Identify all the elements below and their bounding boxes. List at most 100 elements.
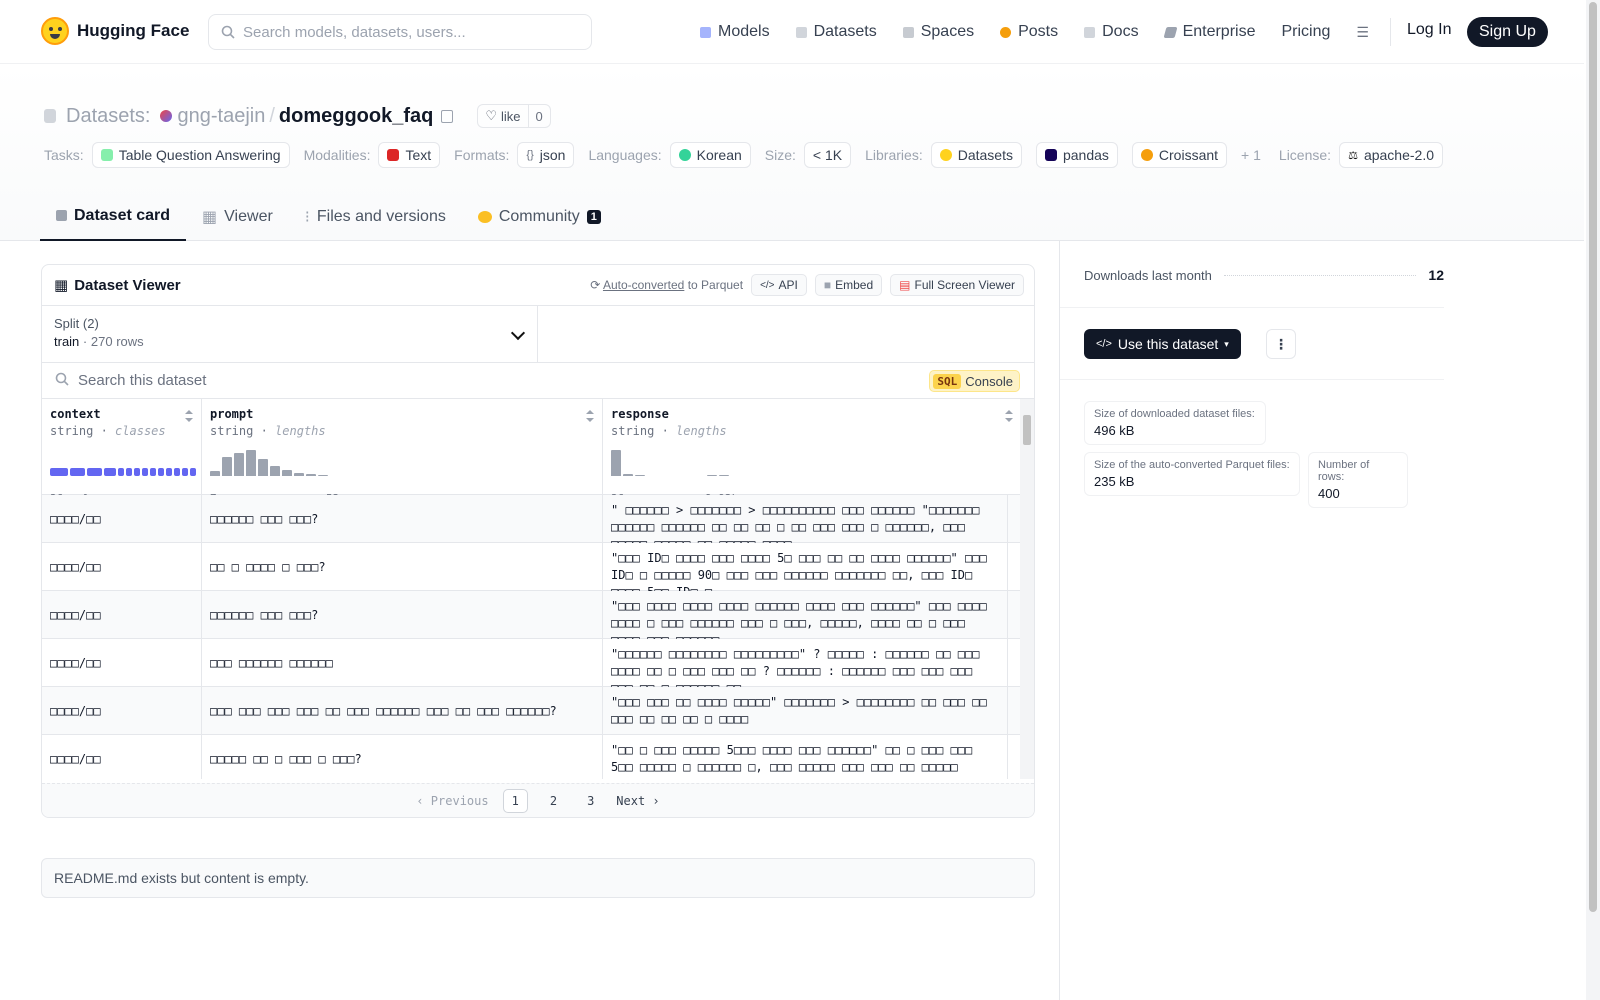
more-options-button[interactable]: ⋮	[1266, 329, 1296, 359]
sort-icon[interactable]	[185, 410, 193, 422]
class-segment[interactable]	[50, 468, 68, 476]
tab-files-and-versions[interactable]: ⁝ Files and versions	[289, 192, 462, 241]
class-segment[interactable]	[104, 468, 116, 476]
histogram-bar[interactable]	[282, 469, 292, 476]
like-button[interactable]: ♡ like 0	[477, 104, 551, 128]
tab-viewer[interactable]: ▦ Viewer	[186, 192, 289, 241]
histogram-bar[interactable]	[719, 475, 729, 476]
histogram-bar[interactable]	[210, 470, 220, 476]
class-segment[interactable]	[87, 468, 102, 476]
tag-task[interactable]: Table Question Answering	[91, 142, 290, 168]
histogram-bar[interactable]	[671, 475, 681, 476]
login-link[interactable]: Log In	[1407, 21, 1451, 39]
histogram-bar[interactable]	[258, 459, 268, 476]
copy-icon[interactable]	[441, 109, 454, 123]
histogram-bar[interactable]	[635, 474, 645, 476]
org-link[interactable]: gng-taejin	[177, 105, 265, 128]
dataset-name[interactable]: domeggook_faq	[279, 105, 433, 128]
tag-format[interactable]: {} json	[517, 142, 575, 168]
class-segment[interactable]	[182, 468, 188, 476]
histogram-bar[interactable]	[659, 475, 669, 476]
histogram-bar[interactable]	[611, 450, 621, 476]
table-row[interactable]: □□□□/□□ □□□ □□□□□□ □□□□□□ "□□□□□□ □□□□□□□□…	[42, 639, 1022, 687]
auto-converted-note[interactable]: ⟳ Auto-converted to Parquet	[590, 278, 743, 292]
class-segment[interactable]	[158, 468, 164, 476]
page-3-button[interactable]: 3	[579, 790, 602, 812]
histogram-bar[interactable]	[647, 475, 657, 476]
page-scrollbar[interactable]	[1586, 0, 1600, 1000]
stat-download-size: Size of downloaded dataset files: 496 kB	[1084, 401, 1266, 445]
nav-datasets[interactable]: Datasets	[795, 23, 877, 41]
brand-logo[interactable]: Hugging Face	[41, 17, 189, 45]
class-segment[interactable]	[118, 468, 124, 476]
table-row[interactable]: □□□□/□□ □□□□□□ □□□ □□□? "□□□ □□□□ □□□□ □□□…	[42, 591, 1022, 639]
dataset-search-input[interactable]: Search this dataset SQL Console	[42, 363, 1034, 399]
histogram-bar[interactable]	[246, 450, 256, 476]
tag-library-more[interactable]: + 1	[1241, 147, 1261, 163]
histogram-bar[interactable]	[294, 472, 304, 476]
nav-more-menu[interactable]: ☰	[1356, 24, 1369, 41]
path-separator: /	[269, 104, 275, 127]
histogram-bar[interactable]	[695, 475, 705, 476]
nav-docs[interactable]: Docs	[1084, 23, 1139, 41]
table-scrollbar[interactable]	[1020, 399, 1034, 779]
tag-library-datasets[interactable]: Datasets	[930, 142, 1022, 168]
sql-console-button[interactable]: SQL Console	[929, 370, 1020, 392]
class-segment[interactable]	[174, 468, 180, 476]
column-header-prompt[interactable]: prompt string · lengths 752	[202, 399, 603, 505]
histogram-bar[interactable]	[234, 452, 244, 476]
table-row[interactable]: □□□□/□□ □□□□□ □□ □ □□□ □ □□□? "□□ □ □□□ □□…	[42, 735, 1022, 779]
section-label: Datasets:	[66, 104, 151, 127]
sort-icon[interactable]	[1005, 410, 1013, 422]
tag-license[interactable]: ⚖ apache-2.0	[1339, 142, 1443, 168]
page-2-button[interactable]: 2	[542, 790, 565, 812]
embed-button[interactable]: ■ Embed	[814, 274, 883, 296]
class-segment[interactable]	[190, 468, 196, 476]
signup-button[interactable]: Sign Up	[1467, 17, 1548, 47]
full-screen-viewer-button[interactable]: ▤ Full Screen Viewer	[890, 274, 1024, 296]
nav-posts[interactable]: Posts	[1000, 23, 1058, 41]
column-header-response[interactable]: response string · lengths 369.92k	[603, 399, 1022, 505]
nav-models[interactable]: Models	[700, 23, 770, 41]
tag-modality[interactable]: Text	[378, 142, 441, 168]
tab-dataset-card[interactable]: Dataset card	[40, 192, 187, 241]
class-segment[interactable]	[150, 468, 156, 476]
column-header-context[interactable]: context string · classes 36 values	[42, 399, 202, 505]
class-segment[interactable]	[142, 468, 148, 476]
nav-pricing[interactable]: Pricing	[1281, 23, 1330, 41]
page-scrollbar-thumb[interactable]	[1589, 2, 1597, 912]
class-segment[interactable]	[166, 468, 172, 476]
tag-language[interactable]: Korean	[669, 142, 751, 168]
dataset-viewer: ▦ Dataset Viewer ⟳ Auto-converted to Parq…	[41, 264, 1035, 818]
histogram-bar[interactable]	[318, 474, 328, 476]
tag-library-croissant[interactable]: Croissant	[1131, 142, 1228, 168]
class-segment[interactable]	[70, 468, 85, 476]
org-avatar[interactable]	[160, 110, 173, 122]
histogram-bar[interactable]	[707, 474, 717, 476]
nav-enterprise[interactable]: Enterprise	[1163, 23, 1255, 41]
class-segment[interactable]	[134, 468, 140, 476]
sort-icon[interactable]	[586, 410, 594, 422]
histogram-bar[interactable]	[306, 474, 316, 476]
previous-page-button[interactable]: ‹ Previous	[416, 794, 488, 808]
tab-community[interactable]: Community 1	[462, 192, 617, 241]
use-this-dataset-button[interactable]: </> Use this dataset ▾	[1084, 329, 1241, 359]
scrollbar-thumb[interactable]	[1023, 415, 1031, 445]
global-search-input[interactable]: Search models, datasets, users...	[208, 14, 592, 50]
table-row[interactable]: □□□□/□□ □□□ □□□ □□□ □□□ □□ □□□ □□□□□□ □□□…	[42, 687, 1022, 735]
histogram-bar[interactable]	[222, 456, 232, 476]
table-row[interactable]: □□□□/□□ □□□□□□ □□□ □□□? " □□□□□□ > □□□□□□□…	[42, 495, 1022, 543]
histogram-bar[interactable]	[683, 475, 693, 476]
api-button[interactable]: </> API	[751, 274, 807, 296]
table-row[interactable]: □□□□/□□ □□ □ □□□□ □ □□□? "□□□ ID□ □□□□ □□□…	[42, 543, 1022, 591]
histogram-bar[interactable]	[623, 474, 633, 476]
tag-library-pandas[interactable]: pandas	[1035, 142, 1118, 168]
page-1-button[interactable]: 1	[502, 788, 528, 813]
nav-spaces[interactable]: Spaces	[902, 23, 974, 41]
class-segment[interactable]	[126, 468, 132, 476]
tag-size[interactable]: < 1K	[803, 142, 852, 168]
next-page-button[interactable]: Next ›	[616, 794, 659, 808]
split-selector[interactable]: Split (2) train · 270 rows	[42, 306, 538, 362]
posts-icon	[1000, 26, 1012, 38]
histogram-bar[interactable]	[270, 465, 280, 476]
